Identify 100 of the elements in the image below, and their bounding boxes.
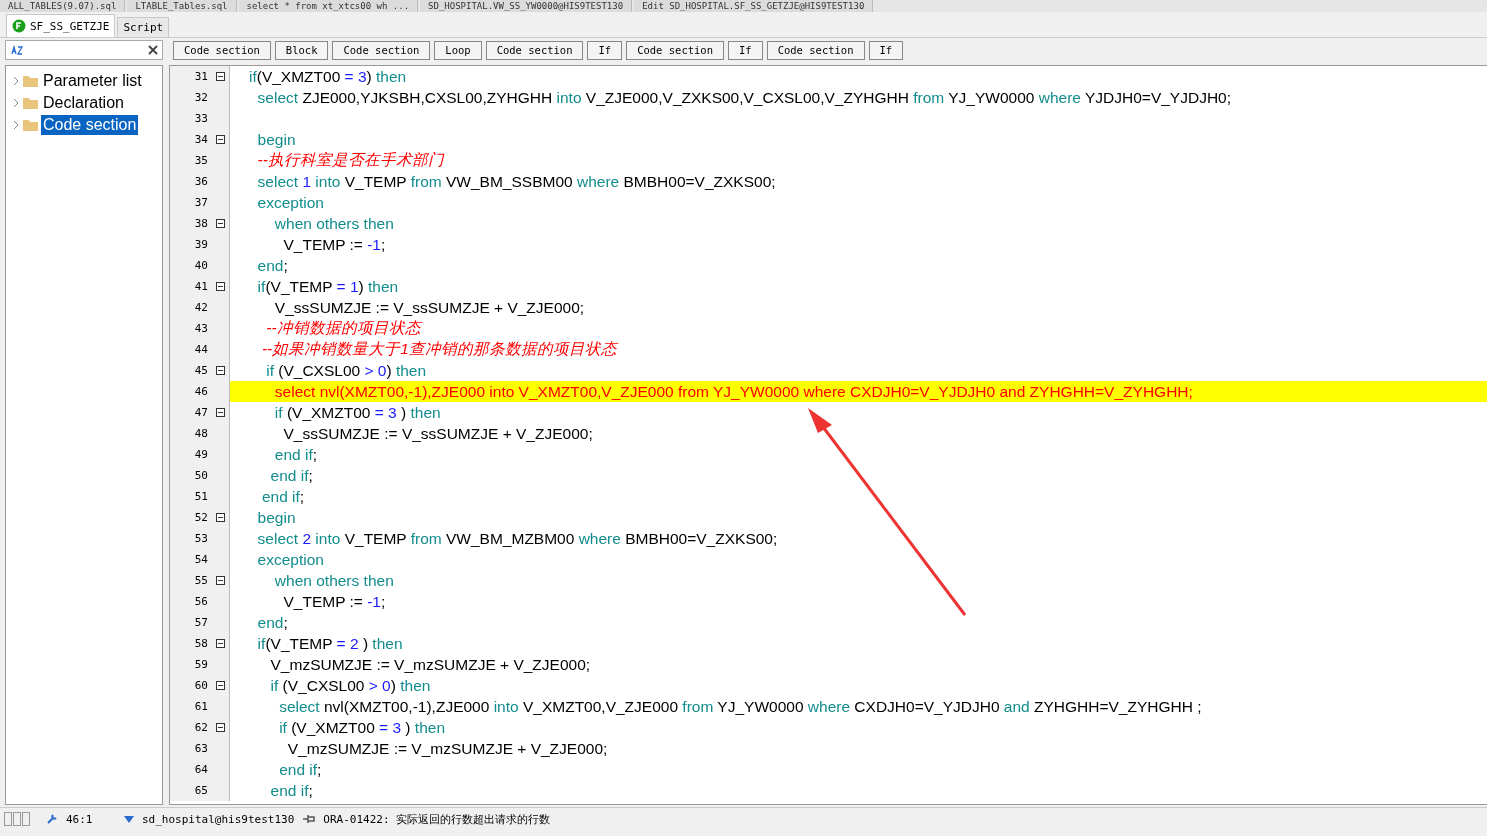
tree-filter-field[interactable] [5, 40, 163, 60]
collapse-icon[interactable] [216, 135, 225, 144]
breadcrumb-button[interactable]: Code section [173, 40, 271, 60]
line-number: 34 [194, 133, 208, 146]
collapse-icon[interactable] [216, 72, 225, 81]
line-number: 44 [194, 343, 208, 356]
line-number: 45 [194, 364, 208, 377]
line-number: 31 [194, 70, 208, 83]
code-text: end if; [278, 760, 322, 779]
collapse-icon[interactable] [216, 723, 225, 732]
line-number: 62 [194, 721, 208, 734]
close-icon[interactable] [148, 45, 158, 55]
document-tab[interactable]: SF_SS_GETZJE [6, 14, 116, 37]
file-tab[interactable]: select * from xt_xtcs00 wh ... [238, 0, 419, 12]
line-number: 54 [194, 553, 208, 566]
code-text: select 2 into V_TEMP from VW_BM_MZBM00 where BMBH00=V_ZXKS00; [256, 529, 778, 548]
line-number: 65 [194, 784, 208, 797]
line-number: 42 [194, 301, 208, 314]
breadcrumb-button[interactable]: Block [274, 40, 329, 60]
code-text: exception [256, 193, 324, 212]
breadcrumb-button[interactable]: Code section [485, 40, 584, 60]
line-number: 55 [194, 574, 208, 587]
breadcrumb-button[interactable]: If [728, 40, 763, 60]
folder-icon [22, 96, 39, 110]
code-text: end if; [269, 781, 313, 800]
code-text: select 1 into V_TEMP from VW_BM_SSBM00 where BMBH00=V_ZXKS00; [256, 172, 776, 191]
line-number: 50 [194, 469, 208, 482]
file-tab[interactable]: ALL_TABLES(9.07).sql [0, 0, 126, 12]
collapse-icon[interactable] [216, 639, 225, 648]
line-number: 38 [194, 217, 208, 230]
line-number: 58 [194, 637, 208, 650]
tree-item[interactable]: Parameter list [41, 71, 144, 91]
wrench-icon [46, 813, 58, 825]
line-number: 41 [194, 280, 208, 293]
line-number: 40 [194, 259, 208, 272]
breadcrumb-button[interactable]: Code section [332, 40, 431, 60]
code-text: if (V_CXSL00 > 0) then [269, 676, 431, 695]
breadcrumb-button[interactable]: Loop [434, 40, 482, 60]
code-text: V_mzSUMZJE := V_mzSUMZJE + V_ZJE000; [286, 739, 608, 758]
line-number: 63 [194, 742, 208, 755]
code-text: select ZJE000,YJKSBH,CXSL00,ZYHGHH into V_ZJE000,V_ZXKS00,V_CXSL00,V_ZYHGHH from YJ_YW0000 where YJDJH0=V_YJDJH0; [256, 88, 1231, 107]
line-number: 56 [194, 595, 208, 608]
code-text: V_TEMP := -1; [282, 235, 386, 254]
breadcrumb-button[interactable]: Code section [766, 40, 865, 60]
file-tab[interactable]: SD_HOSPITAL.VW_SS_YW0000@HIS9TEST130 [420, 0, 633, 12]
line-number: 33 [194, 112, 208, 125]
line-number: 43 [194, 322, 208, 335]
code-text: --冲销数据的项目状态 [265, 318, 421, 338]
code-text: if(V_TEMP = 2 ) then [256, 634, 403, 653]
code-text: end if; [273, 445, 318, 464]
collapse-icon[interactable] [216, 513, 225, 522]
code-editor[interactable] [169, 65, 1487, 805]
breadcrumb-button[interactable]: If [587, 40, 623, 60]
collapse-icon[interactable] [216, 681, 225, 690]
code-text: select nvl(XMZT00,-1),ZJE000 into V_XMZT00,V_ZJE000 from YJ_YW0000 where CXDJH0=V_YJDJH0 and ZYHGHH=V_ZYHGHH; [273, 382, 1193, 401]
line-number: 51 [194, 490, 208, 503]
document-tab[interactable]: Script [117, 17, 170, 37]
code-text: begin [256, 508, 296, 527]
code-text: if(V_XMZT00 = 3) then [249, 67, 407, 86]
tree-item[interactable]: Code section [41, 115, 139, 135]
line-number: 35 [194, 154, 208, 167]
code-text: begin [256, 130, 296, 149]
status-message: ORA-01422: 实际返回的行数超出请求的行数 [323, 811, 551, 827]
collapse-icon[interactable] [216, 282, 225, 291]
code-text: if (V_XMZT00 = 3 ) then [278, 718, 445, 737]
file-tab[interactable]: LTABLE_Tables.sql [127, 0, 237, 12]
chevron-icon[interactable] [12, 98, 20, 108]
panel-toggle-icon[interactable] [4, 812, 30, 826]
dropdown-caret-icon[interactable] [124, 815, 134, 823]
code-text: if (V_XMZT00 = 3 ) then [273, 403, 441, 422]
collapse-icon[interactable] [216, 576, 225, 585]
collapse-icon[interactable] [216, 366, 225, 375]
line-number: 32 [194, 91, 208, 104]
collapse-icon[interactable] [216, 219, 225, 228]
line-number: 64 [194, 763, 208, 776]
line-number: 53 [194, 532, 208, 545]
chevron-icon[interactable] [12, 76, 20, 86]
breadcrumb-button[interactable]: If [868, 40, 904, 60]
collapse-icon[interactable] [216, 408, 225, 417]
pin-icon [302, 814, 316, 824]
code-text: --执行科室是否在手术部门 [256, 150, 444, 170]
folder-icon [22, 118, 39, 132]
line-number: 57 [194, 616, 208, 629]
code-text: end if; [260, 487, 305, 506]
code-text: V_TEMP := -1; [282, 592, 386, 611]
chevron-icon[interactable] [12, 120, 20, 130]
breadcrumb-button[interactable]: Code section [626, 40, 724, 60]
line-number: 60 [194, 679, 208, 692]
cursor-position: 46:1 [66, 812, 94, 826]
code-text: if (V_CXSL00 > 0) then [265, 361, 427, 380]
line-number: 39 [194, 238, 208, 251]
file-tab[interactable]: Edit SD_HOSPITAL.SF_SS_GETZJE@HIS9TEST130 [634, 0, 874, 12]
folder-icon [22, 74, 39, 88]
code-text: end; [256, 256, 288, 275]
sort-icon[interactable] [10, 43, 24, 57]
code-text: end; [256, 613, 288, 632]
tree-item[interactable]: Declaration [41, 93, 126, 113]
code-text: --如果冲销数量大于1查冲销的那条数据的项目状态 [260, 339, 617, 359]
code-text: select nvl(XMZT00,-1),ZJE000 into V_XMZT00,V_ZJE000 from YJ_YW0000 where CXDJH0=V_YJDJH0 and ZYHGHH=V_ZYHGHH ; [278, 697, 1202, 716]
line-number: 46 [194, 385, 208, 398]
